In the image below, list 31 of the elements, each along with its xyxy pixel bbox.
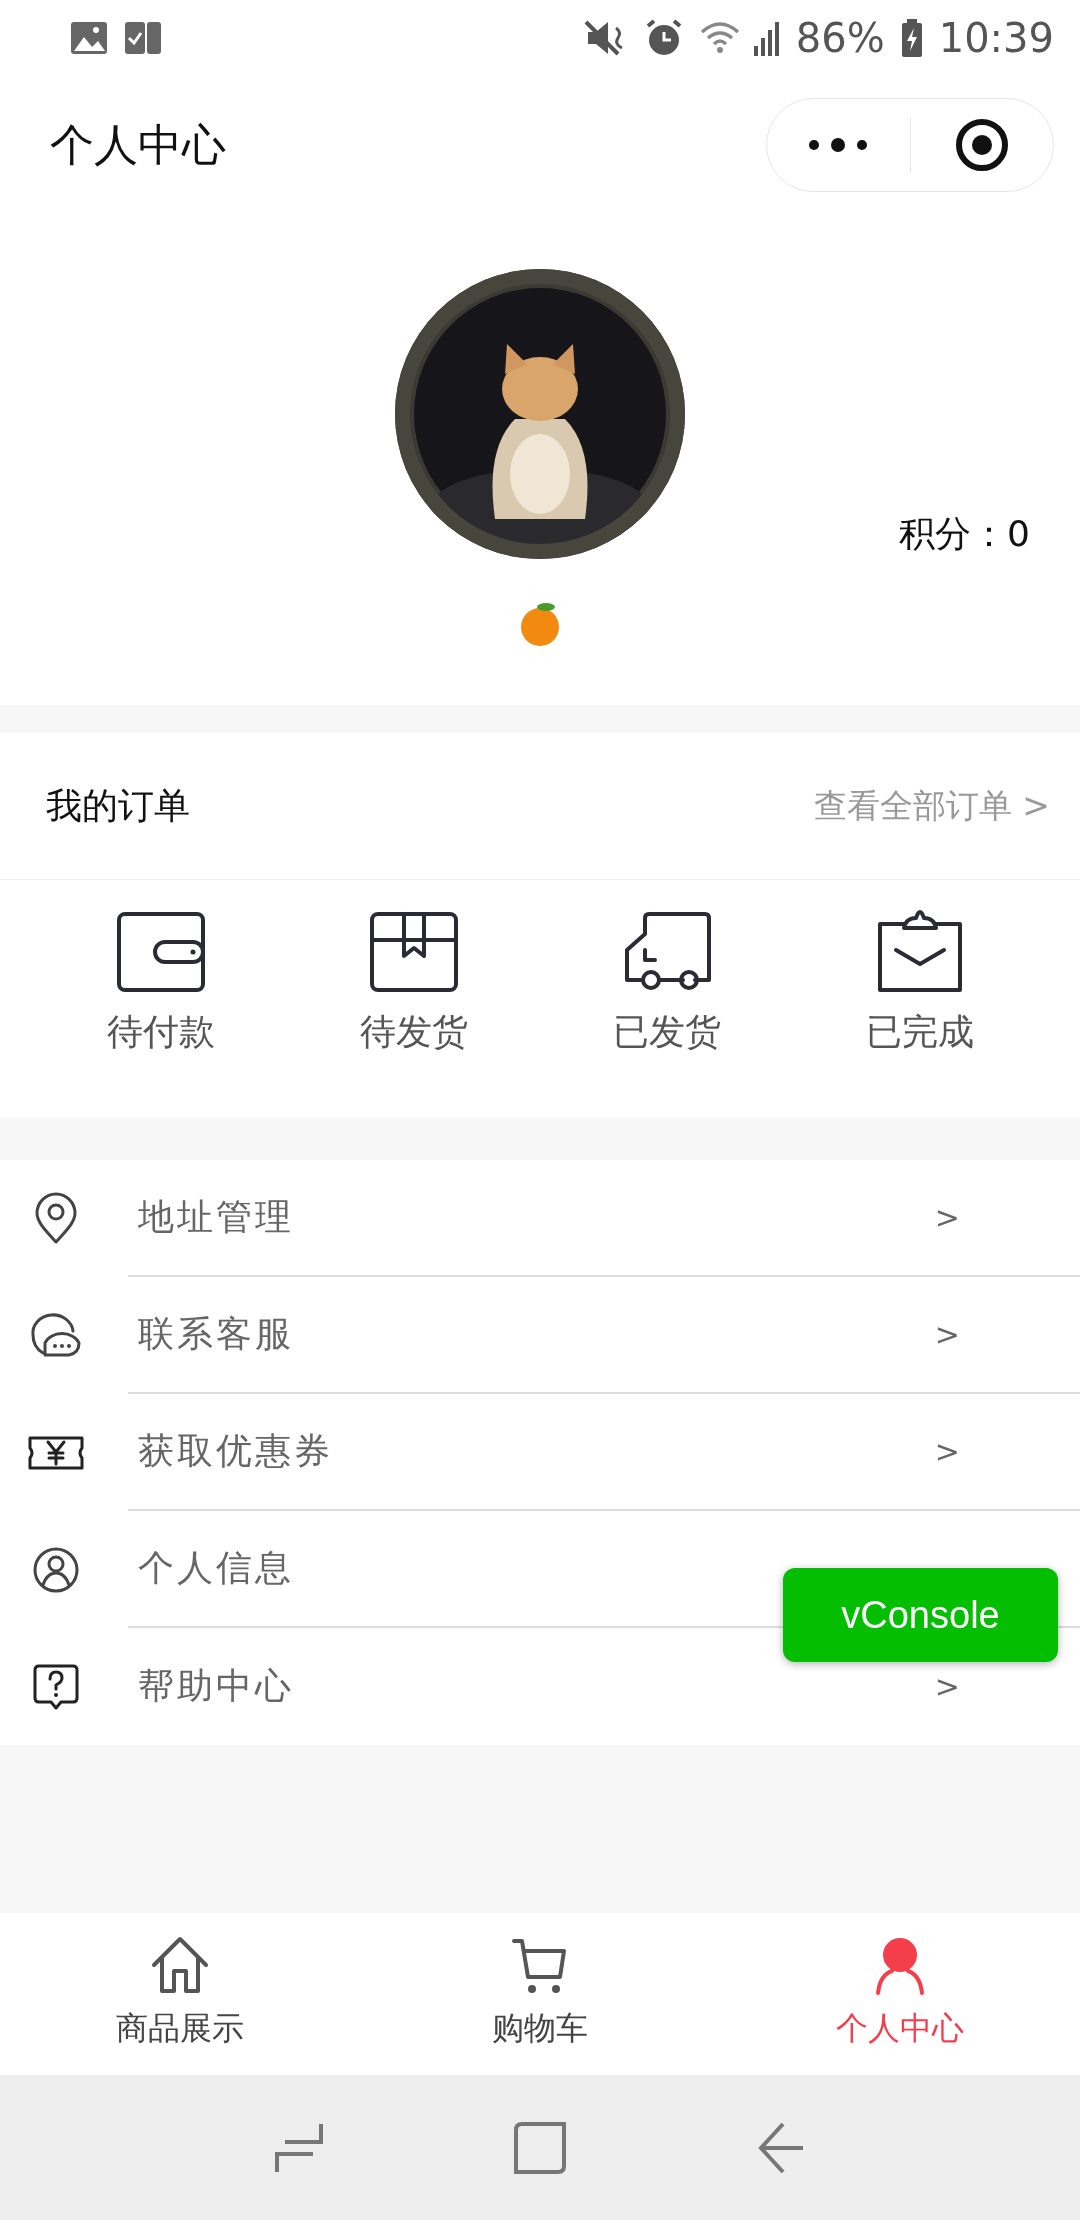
menu-label: 帮助中心: [138, 1664, 295, 1708]
chevron: >: [934, 1434, 960, 1469]
tab[interactable]: 个人中心: [720, 1913, 1080, 2075]
menu-label: 联系客服: [138, 1312, 295, 1356]
menu-label: 地址管理: [138, 1195, 295, 1239]
points-label: 积分：0: [899, 512, 1030, 556]
tab[interactable]: 购物车: [360, 1913, 720, 2075]
wallet-icon: [114, 910, 207, 994]
box-icon: [367, 910, 460, 994]
tab[interactable]: 商品展示: [0, 1913, 360, 2075]
image-icon: [70, 20, 108, 55]
order-status-button[interactable]: 待付款: [34, 880, 287, 1118]
order-status-button[interactable]: 已发货: [540, 880, 793, 1118]
clock-time: 10:39: [938, 14, 1054, 61]
checklist-icon: [124, 20, 162, 55]
chevron: >: [934, 1669, 960, 1704]
more-dots-icon: [807, 138, 870, 152]
battery-percentage: 86%: [795, 14, 885, 61]
back-button[interactable]: [756, 2121, 805, 2174]
chevron: >: [934, 1317, 960, 1352]
home-button[interactable]: [514, 2121, 566, 2174]
order-status-button[interactable]: 待发货: [287, 880, 540, 1118]
target-icon: [954, 118, 1009, 172]
menu-label: 个人信息: [138, 1546, 295, 1590]
menu-label: 获取优惠券: [138, 1429, 334, 1473]
battery-icon: [900, 18, 923, 57]
order-status-button[interactable]: 已完成: [793, 880, 1046, 1118]
chevron: >: [934, 1200, 960, 1235]
page-title: 个人中心: [50, 117, 227, 172]
recents-button[interactable]: [275, 2121, 324, 2174]
section-title: 我的订单: [46, 783, 190, 828]
